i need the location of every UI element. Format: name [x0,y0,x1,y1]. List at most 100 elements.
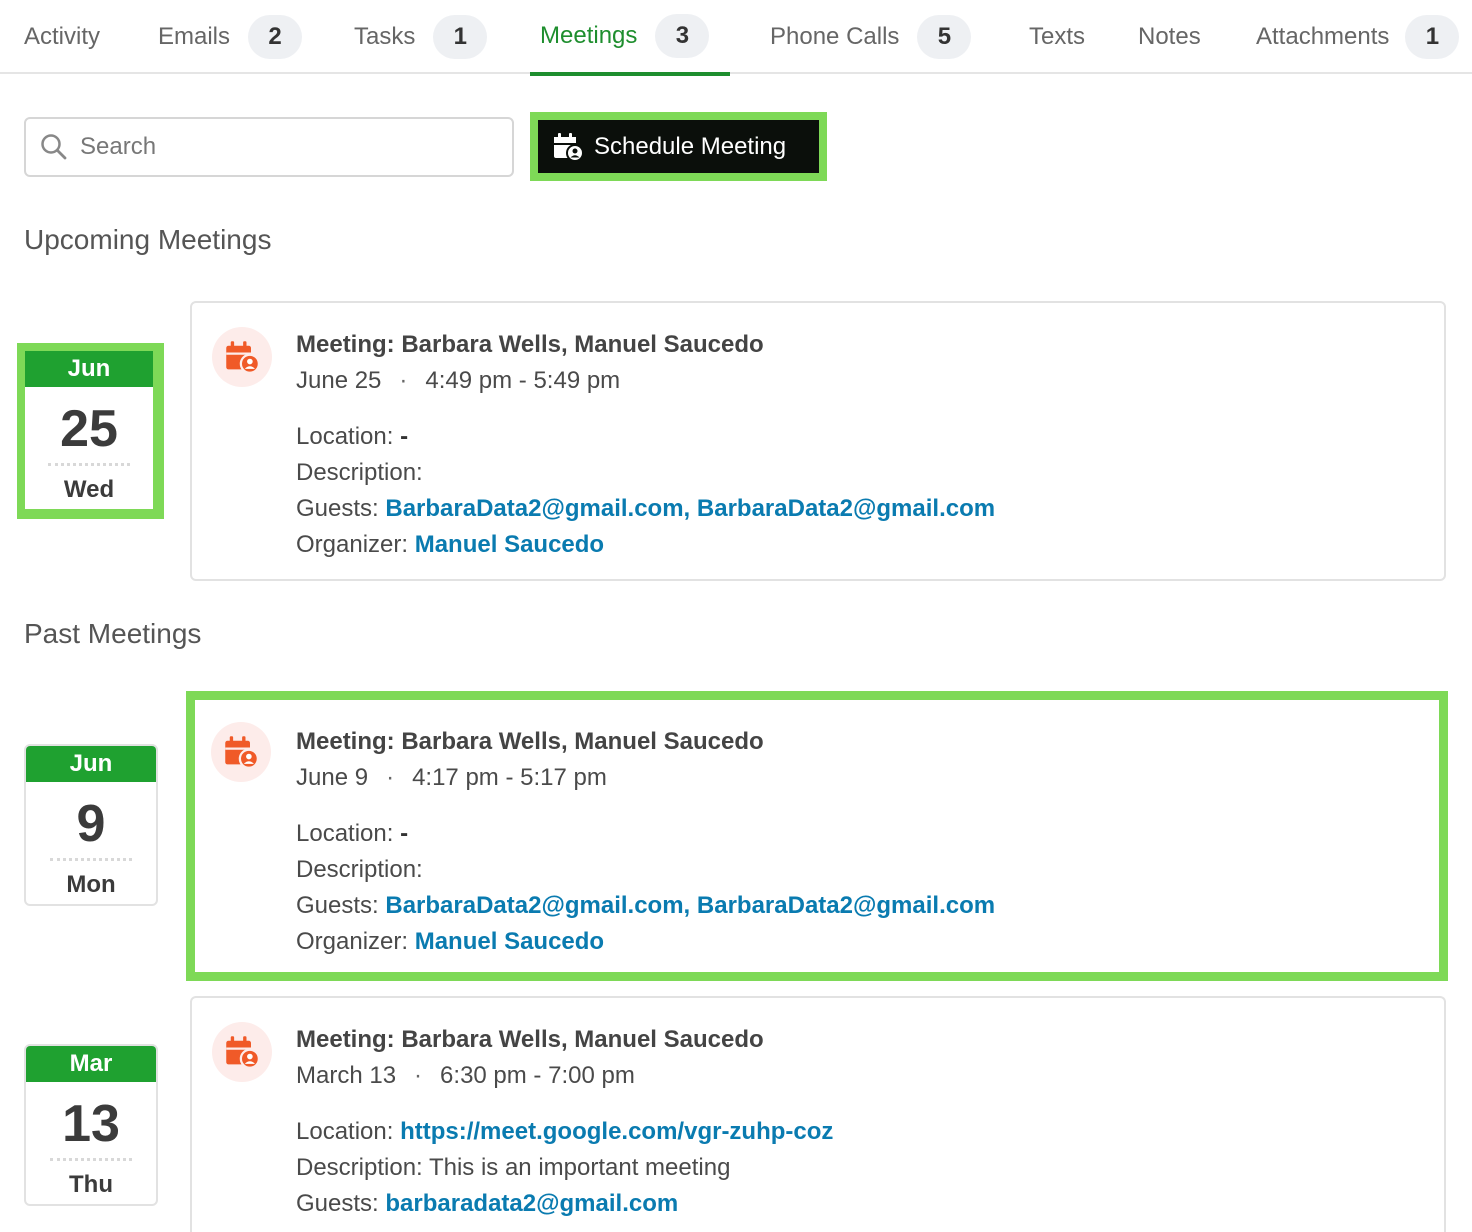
guests-label: Guests: [296,1190,379,1217]
guests-label: Guests: [296,892,379,919]
tab-bar: Activity Emails 2 Tasks 1 Meetings 3 Pho… [0,0,1472,76]
meeting-when: June 9 · 4:17 pm - 5:17 pm [296,760,995,796]
date-separator [50,1158,132,1161]
schedule-meeting-label: Schedule Meeting [594,132,787,160]
date-weekday: Thu [69,1171,113,1198]
count-badge: 3 [655,14,710,58]
meeting-description: Description: [296,852,995,888]
meeting-icon-circle [212,327,272,387]
date-day: 25 [60,400,118,458]
date-badge: Jun 25 Wed [25,351,153,509]
meeting-card-highlight: Meeting: Barbara Wells, Manuel Saucedo J… [186,691,1448,981]
meeting-date: March 13 [296,1062,397,1089]
meeting-title: Meeting: Barbara Wells, Manuel Saucedo [296,1026,764,1053]
date-day: 13 [62,1095,120,1153]
organizer-label: Organizer: [296,928,409,955]
count-badge: 5 [917,15,972,59]
count-badge: 1 [1405,15,1460,59]
separator-dot: · [414,1062,423,1089]
date-separator [48,463,130,466]
count-badge: 2 [248,15,303,59]
tab-texts[interactable]: Texts [1029,0,1085,74]
schedule-meeting-button[interactable]: Schedule Meeting [538,120,819,173]
location-link[interactable]: https://meet.google.com/vgr-zuhp-coz [400,1118,833,1145]
meeting-time: 6:30 pm - 7:00 pm [440,1062,635,1089]
guests-link[interactable]: BarbaraData2@gmail.com, BarbaraData2@gma… [385,495,995,522]
section-past-title: Past Meetings [24,618,202,649]
search-icon [41,134,67,160]
tab-label: Meetings [540,22,638,49]
separator-dot: · [399,367,408,394]
search-input[interactable] [78,132,482,162]
date-month: Mar [26,1046,156,1082]
date-weekday: Wed [63,476,115,503]
date-weekday: Mon [66,871,116,898]
meeting-location: Location: - [296,816,995,852]
tab-meetings[interactable]: Meetings 3 [530,0,730,76]
tab-phone-calls[interactable]: Phone Calls 5 [770,0,972,74]
meeting-guests: Guests: BarbaraData2@gmail.com, BarbaraD… [296,888,995,924]
calendar-user-icon [226,1036,260,1069]
location-value: - [400,423,409,450]
organizer-label: Organizer: [296,531,409,558]
date-day: 9 [76,795,106,853]
guests-link[interactable]: BarbaraData2@gmail.com, BarbaraData2@gma… [385,892,995,919]
tab-label: Attachments [1256,23,1390,50]
meeting-organizer: Organizer: Manuel Saucedo [296,924,995,960]
search-box[interactable] [24,117,514,177]
tab-attachments[interactable]: Attachments 1 [1256,0,1460,74]
meeting-date: June 9 [296,764,369,791]
date-separator [50,858,132,861]
meeting-when: June 25 · 4:49 pm - 5:49 pm [296,363,995,399]
meeting-icon-circle [212,1022,272,1082]
location-value: - [400,820,409,847]
tab-label: Tasks [354,23,416,50]
tab-tasks[interactable]: Tasks 1 [354,0,488,74]
date-month: Jun [26,746,156,782]
meeting-description: Description: [296,455,995,491]
description-label: Description: [296,856,423,883]
meeting-card[interactable]: Meeting: Barbara Wells, Manuel Saucedo J… [195,700,1439,972]
description-label: Description: [296,1154,423,1181]
description-value: This is an important meeting [428,1154,731,1181]
meeting-when: March 13 · 6:30 pm - 7:00 pm [296,1058,833,1094]
count-badge: 1 [433,15,488,59]
section-upcoming-title: Upcoming Meetings [24,224,272,255]
meeting-description: Description: This is an important meetin… [296,1150,833,1186]
calendar-user-icon [554,132,584,162]
calendar-user-icon [225,736,259,769]
date-badge: Mar 13 Thu [24,1044,158,1206]
meeting-date: June 25 [296,367,382,394]
meeting-location: Location: - [296,419,995,455]
date-highlight: Jun 25 Wed [17,343,164,519]
meeting-time: 4:49 pm - 5:49 pm [425,367,621,394]
tab-label: Activity [24,23,101,50]
location-label: Location: [296,423,394,450]
meeting-time: 4:17 pm - 5:17 pm [412,764,607,791]
date-badge: Jun 9 Mon [24,744,158,906]
date-month: Jun [25,351,153,387]
meeting-details: Meeting: Barbara Wells, Manuel Saucedo J… [296,724,995,960]
meeting-details: Meeting: Barbara Wells, Manuel Saucedo J… [296,327,995,563]
meeting-guests: Guests: barbaradata2@gmail.com [296,1186,833,1222]
location-label: Location: [296,1118,394,1145]
meeting-title: Meeting: Barbara Wells, Manuel Saucedo [296,728,764,755]
meeting-card[interactable]: Meeting: Barbara Wells, Manuel Saucedo J… [190,301,1446,581]
schedule-meeting-highlight: Schedule Meeting [530,112,827,181]
tab-label: Phone Calls [770,23,900,50]
meeting-details: Meeting: Barbara Wells, Manuel Saucedo M… [296,1022,833,1222]
meeting-title: Meeting: Barbara Wells, Manuel Saucedo [296,331,764,358]
separator-dot: · [386,764,395,791]
tab-emails[interactable]: Emails 2 [158,0,303,74]
tab-label: Emails [158,23,231,50]
guests-link[interactable]: barbaradata2@gmail.com [385,1190,678,1217]
meeting-icon-circle [211,722,271,782]
tab-notes[interactable]: Notes [1138,0,1201,74]
organizer-link[interactable]: Manuel Saucedo [415,928,604,955]
guests-label: Guests: [296,495,379,522]
tab-label: Notes [1138,23,1201,50]
organizer-link[interactable]: Manuel Saucedo [415,531,604,558]
tab-activity[interactable]: Activity [24,0,100,74]
meeting-guests: Guests: BarbaraData2@gmail.com, BarbaraD… [296,491,995,527]
meeting-card[interactable]: Meeting: Barbara Wells, Manuel Saucedo M… [190,996,1446,1232]
